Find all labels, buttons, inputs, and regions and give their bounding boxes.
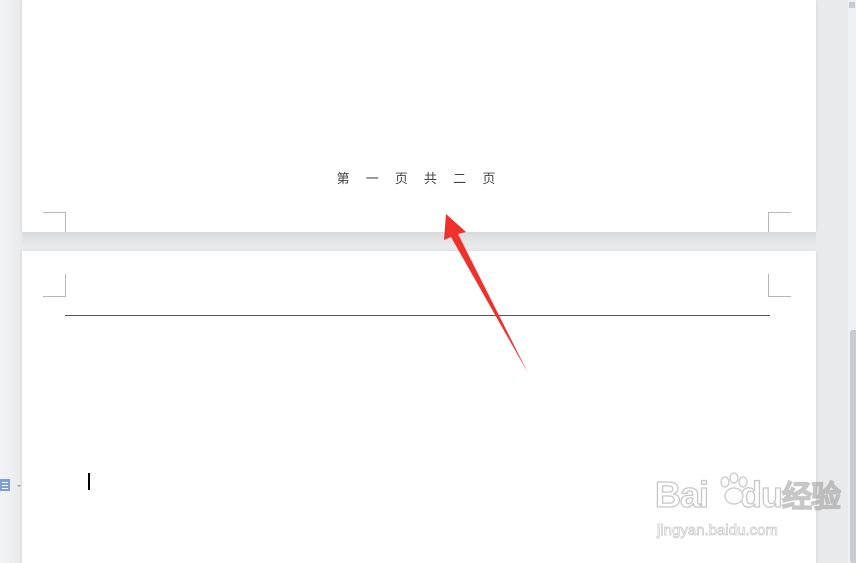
margin-corner-top-right	[768, 274, 791, 297]
margin-corner-top-left	[43, 274, 66, 297]
watermark-brand-text: Bai	[654, 473, 709, 515]
scrollbar-thumb[interactable]	[850, 330, 856, 563]
header-divider-line	[65, 315, 770, 316]
document-page-1[interactable]: 第 一 页 共 二 页	[22, 0, 816, 235]
document-workspace: 第 一 页 共 二 页 Bai du经验 jingyan.baidu.com	[0, 0, 856, 563]
page-separator	[22, 232, 816, 251]
watermark-product: 经验	[781, 480, 841, 514]
watermark-paw-icon	[720, 472, 748, 505]
text-cursor	[88, 473, 90, 490]
page-footer-text[interactable]: 第 一 页 共 二 页	[22, 168, 816, 187]
vertical-scrollbar[interactable]	[848, 0, 856, 563]
baidu-jingyan-watermark: Bai du经验 jingyan.baidu.com	[654, 470, 842, 550]
watermark-url: jingyan.baidu.com	[657, 522, 779, 540]
document-layout-icon[interactable]	[0, 477, 22, 493]
scroll-up-icon[interactable]	[849, 2, 855, 8]
